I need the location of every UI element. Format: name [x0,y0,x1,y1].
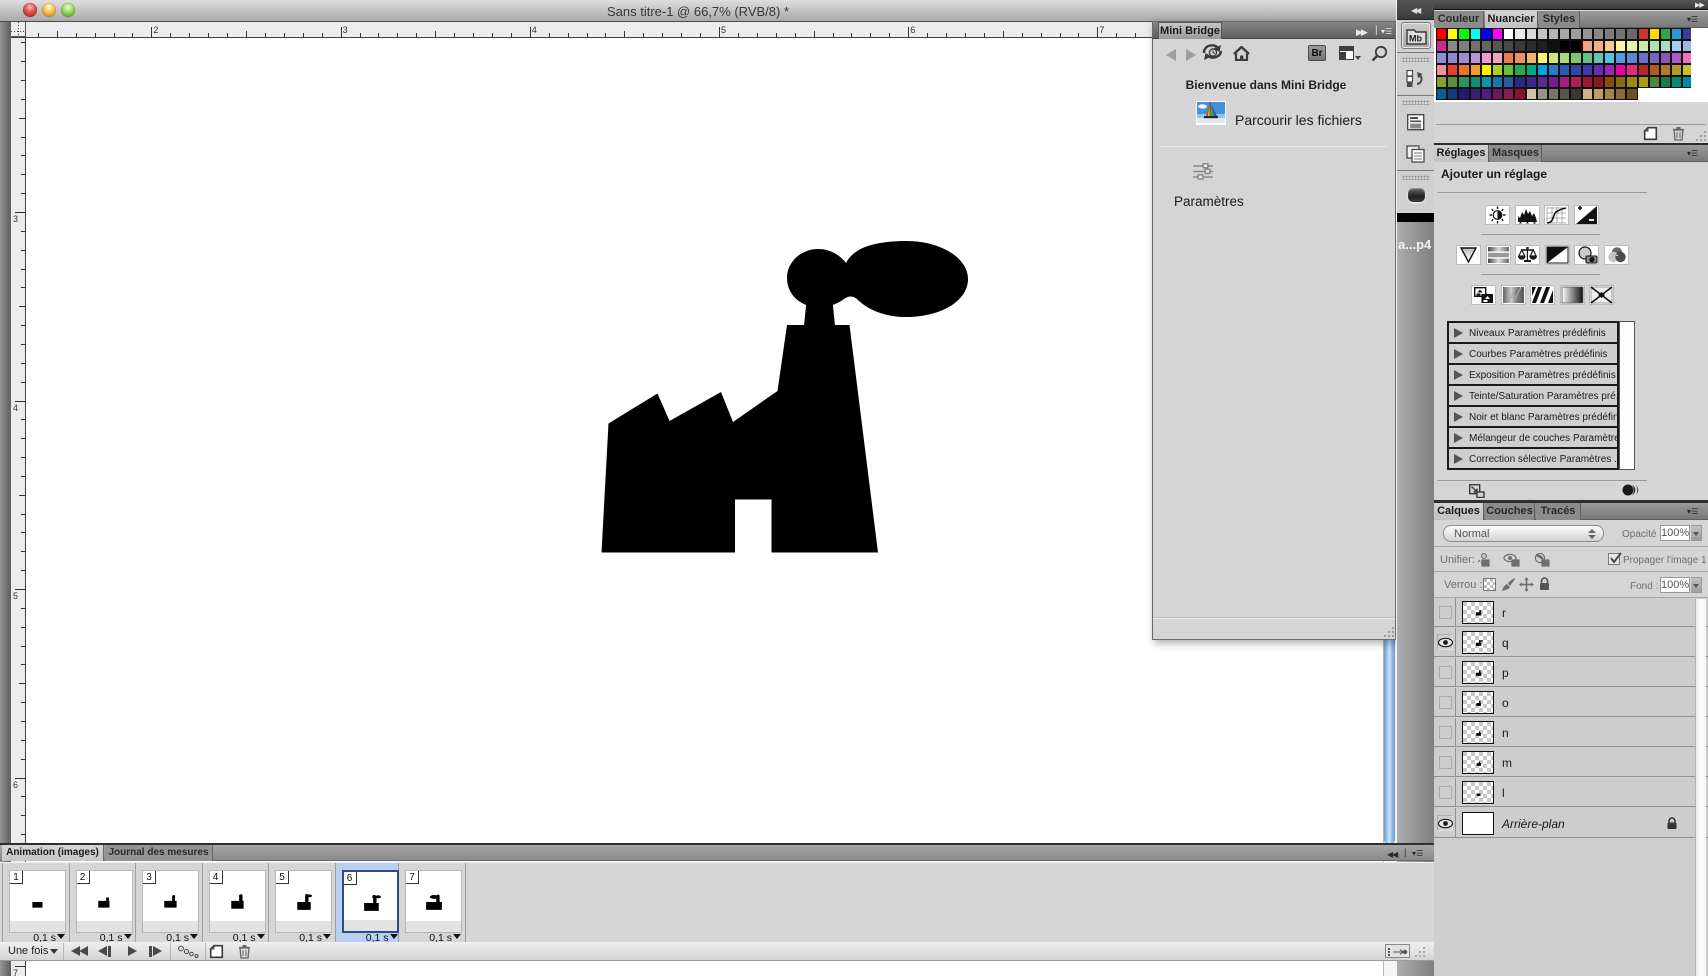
svg-text:Mb: Mb [1409,34,1422,44]
